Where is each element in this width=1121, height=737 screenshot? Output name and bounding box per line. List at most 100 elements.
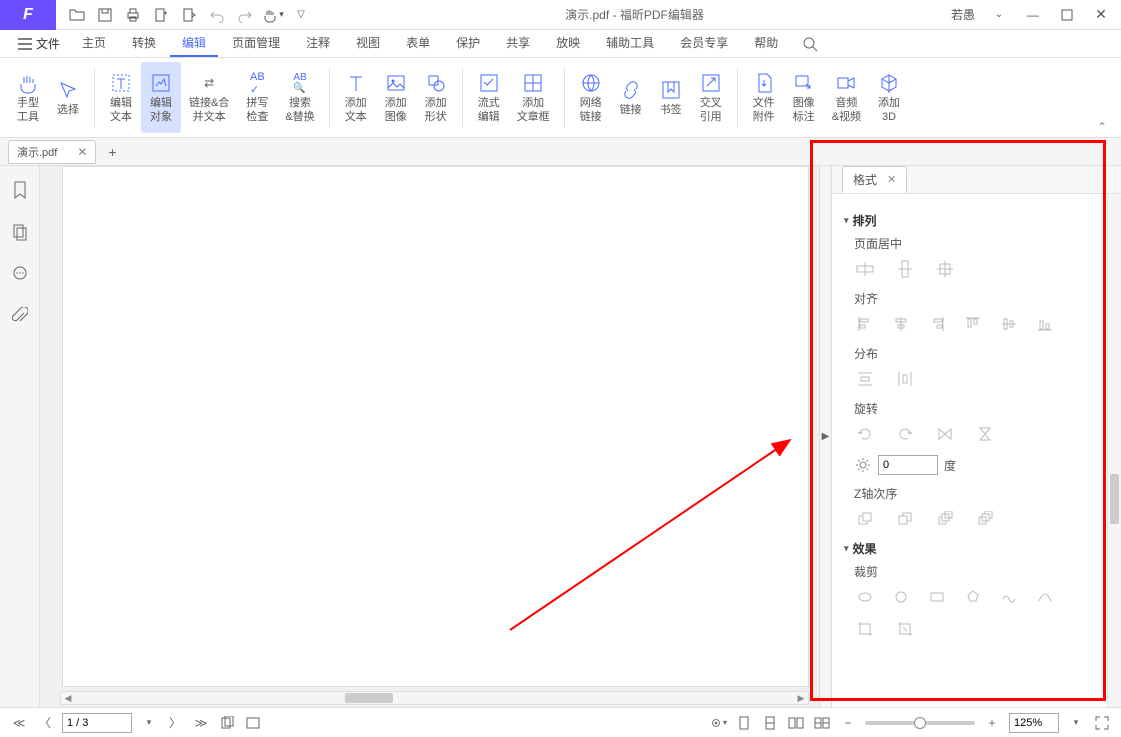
first-page-icon[interactable]: ≪ — [10, 714, 28, 732]
layout4-icon[interactable] — [813, 714, 831, 732]
fullscreen-icon[interactable] — [1093, 714, 1111, 732]
expand-right-panel-icon[interactable]: ▶ — [819, 166, 831, 707]
add-shape-button[interactable]: 添加 形状 — [416, 62, 456, 133]
tab-annotate[interactable]: 注释 — [294, 30, 342, 57]
tab-protect[interactable]: 保护 — [444, 30, 492, 57]
crop-circle-icon[interactable] — [890, 586, 912, 608]
bring-forward-icon[interactable] — [934, 508, 956, 530]
layout3-icon[interactable] — [787, 714, 805, 732]
prev-page-icon[interactable]: 〈 — [36, 714, 54, 732]
center-v-icon[interactable] — [894, 258, 916, 280]
page-number-input[interactable] — [62, 713, 132, 733]
user-drop-icon[interactable]: ⌄ — [985, 4, 1013, 26]
search-replace-button[interactable]: AB🔍搜索 &替换 — [277, 62, 322, 133]
view-mode2-icon[interactable] — [244, 714, 262, 732]
rotate-ccw-icon[interactable] — [854, 423, 876, 445]
link-merge-button[interactable]: ⇄链接&合 并文本 — [181, 62, 237, 133]
gear-icon[interactable] — [854, 456, 872, 474]
image-annot-button[interactable]: 图像 标注 — [784, 62, 824, 133]
layout2-icon[interactable] — [761, 714, 779, 732]
page-plus-icon[interactable] — [150, 4, 172, 26]
add-text-button[interactable]: 添加 文本 — [336, 62, 376, 133]
tab-edit[interactable]: 编辑 — [170, 30, 218, 57]
print-icon[interactable] — [122, 4, 144, 26]
section-effect[interactable]: 效果 — [844, 540, 1109, 557]
zoom-in-icon[interactable]: + — [983, 714, 1001, 732]
hand-tool-button[interactable]: 手型 工具 — [8, 62, 48, 133]
qat-more-icon[interactable]: ▽ — [290, 4, 312, 26]
edit-object-button[interactable]: 编辑 对象 — [141, 62, 181, 133]
crop-curve-icon[interactable] — [1034, 586, 1056, 608]
audio-video-button[interactable]: 音频 &视频 — [824, 62, 869, 133]
bring-front-icon[interactable] — [854, 508, 876, 530]
file-attach-button[interactable]: 文件 附件 — [744, 62, 784, 133]
tab-help[interactable]: 帮助 — [742, 30, 790, 57]
select-button[interactable]: 选择 — [48, 62, 88, 133]
view-mode1-icon[interactable] — [218, 714, 236, 732]
read-mode-icon[interactable]: ▾ — [709, 714, 727, 732]
last-page-icon[interactable]: ≫ — [192, 714, 210, 732]
add-article-button[interactable]: 添加 文章框 — [509, 62, 558, 133]
align-right-icon[interactable] — [926, 313, 948, 335]
tab-share[interactable]: 共享 — [494, 30, 542, 57]
hand-drop-icon[interactable]: ▾ — [262, 4, 284, 26]
align-top-icon[interactable] — [962, 313, 984, 335]
close-tab-icon[interactable]: ✕ — [77, 145, 87, 159]
maximize-icon[interactable] — [1053, 4, 1081, 26]
user-name[interactable]: 若愚 — [947, 6, 979, 23]
attachment-icon[interactable] — [10, 306, 30, 326]
tab-page-manage[interactable]: 页面管理 — [220, 30, 292, 57]
web-link-button[interactable]: 网络 链接 — [571, 62, 611, 133]
scrollbar-thumb[interactable] — [345, 693, 393, 703]
tab-accessibility[interactable]: 辅助工具 — [594, 30, 666, 57]
crop-tool2-icon[interactable] — [894, 618, 916, 640]
comments-icon[interactable] — [10, 264, 30, 284]
bookmark-icon[interactable] — [10, 180, 30, 200]
zoom-drop-icon[interactable]: ▾ — [1067, 714, 1085, 732]
spell-button[interactable]: AB✓拼写 检查 — [237, 62, 277, 133]
distribute-h-icon[interactable] — [894, 368, 916, 390]
page-dropdown-icon[interactable]: ▾ — [140, 714, 158, 732]
tab-present[interactable]: 放映 — [544, 30, 592, 57]
edit-text-button[interactable]: 编辑 文本 — [101, 62, 141, 133]
next-page-icon[interactable]: 〉 — [166, 714, 184, 732]
link-button[interactable]: 链接 — [611, 62, 651, 133]
align-center-h-icon[interactable] — [890, 313, 912, 335]
layout1-icon[interactable] — [735, 714, 753, 732]
scroll-left-icon[interactable]: ◀ — [61, 692, 75, 704]
save-icon[interactable] — [94, 4, 116, 26]
horizontal-scrollbar[interactable]: ◀ ▶ — [60, 691, 809, 705]
document-view[interactable]: ◀ ▶ — [40, 166, 819, 707]
minimize-icon[interactable]: — — [1019, 4, 1047, 26]
zoom-slider[interactable] — [865, 721, 975, 725]
close-window-icon[interactable]: ✕ — [1087, 4, 1115, 26]
pages-icon[interactable] — [10, 222, 30, 242]
send-backward-icon[interactable] — [974, 508, 996, 530]
crop-wave-icon[interactable] — [998, 586, 1020, 608]
rotate-degree-input[interactable] — [878, 455, 938, 475]
panel-scroll-thumb[interactable] — [1110, 474, 1119, 524]
crop-polygon-icon[interactable] — [962, 586, 984, 608]
tab-convert[interactable]: 转换 — [120, 30, 168, 57]
tab-vip[interactable]: 会员专享 — [668, 30, 740, 57]
redo-icon[interactable] — [234, 4, 256, 26]
crop-ellipse-icon[interactable] — [854, 586, 876, 608]
center-both-icon[interactable] — [934, 258, 956, 280]
open-icon[interactable] — [66, 4, 88, 26]
zoom-input[interactable] — [1009, 713, 1059, 733]
crop-rect-icon[interactable] — [926, 586, 948, 608]
align-left-icon[interactable] — [854, 313, 876, 335]
zoom-out-icon[interactable]: − — [839, 714, 857, 732]
doc-tab[interactable]: 演示.pdf ✕ — [8, 140, 96, 164]
section-arrange[interactable]: 排列 — [844, 212, 1109, 229]
tab-home[interactable]: 主页 — [70, 30, 118, 57]
zoom-slider-thumb[interactable] — [914, 717, 926, 729]
bookmark-button[interactable]: 书签 — [651, 62, 691, 133]
send-back-icon[interactable] — [894, 508, 916, 530]
align-middle-icon[interactable] — [998, 313, 1020, 335]
undo-icon[interactable] — [206, 4, 228, 26]
scroll-right-icon[interactable]: ▶ — [794, 692, 808, 704]
tab-form[interactable]: 表单 — [394, 30, 442, 57]
flip-v-icon[interactable] — [974, 423, 996, 445]
page-canvas[interactable] — [62, 166, 809, 687]
